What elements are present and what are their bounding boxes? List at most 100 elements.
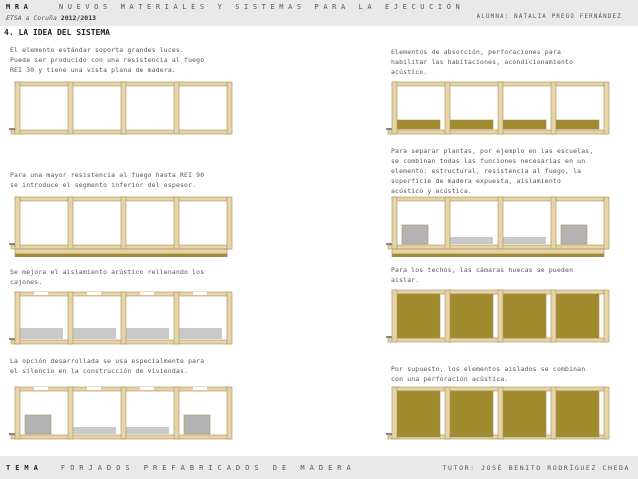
rib	[444, 386, 451, 440]
insulation-fill	[449, 390, 494, 436]
top-slot	[87, 387, 101, 390]
rib	[173, 196, 180, 250]
diagram-fire-resistance-svg	[9, 196, 233, 257]
rib	[120, 81, 127, 135]
connector-pin	[9, 338, 15, 340]
course-code: MRA	[6, 3, 33, 11]
rib	[391, 289, 398, 343]
diagram-insulated-perforated	[386, 382, 612, 448]
rib	[497, 289, 504, 343]
diagram-housing-svg	[9, 386, 233, 440]
diagram-housing	[9, 382, 235, 448]
caption-standard: El elemento estándar soporta grandes luc…	[10, 46, 205, 74]
connector-pin	[386, 433, 392, 435]
gray-block	[560, 224, 588, 245]
rib	[550, 196, 557, 250]
rib	[497, 386, 504, 440]
tema-title: FORJADOS PREFABRICADOS DE MADERA	[60, 464, 356, 472]
insulation-fill	[449, 293, 494, 339]
caption-floor-separation: Para separar plantas, por ejemplo en las…	[391, 147, 594, 195]
lower-insulation	[14, 253, 228, 257]
gravel-fill	[126, 427, 169, 434]
lower-insulation	[391, 253, 605, 257]
rib	[497, 81, 504, 135]
top-slot	[87, 292, 101, 295]
gray-block	[183, 414, 211, 435]
tema-label: TEMA	[6, 464, 43, 472]
rib	[226, 386, 233, 440]
tutor-name: TUTOR: JOSÉ BENITO RODRÍGUEZ CHEDA	[442, 464, 630, 472]
school-name: ETSA a Coruña	[6, 14, 57, 22]
rib	[14, 291, 21, 345]
rib	[67, 291, 74, 345]
rib	[173, 291, 180, 345]
gravel-fill	[450, 237, 493, 244]
header-bar: MRA NUEVOS MATERIALES Y SISTEMAS PARA LA…	[0, 0, 638, 26]
diagram-ceiling-insulation-svg	[386, 289, 610, 343]
connector-pin	[9, 433, 15, 435]
diagram-floor-separation-svg	[386, 196, 610, 257]
caption-filled-boxes: Se mejora el aislamiento acústico rellen…	[10, 268, 205, 286]
tema-line: TEMA FORJADOS PREFABRICADOS DE MADERA	[6, 464, 356, 472]
course-line: MRA NUEVOS MATERIALES Y SISTEMAS PARA LA…	[6, 3, 464, 11]
rib	[120, 196, 127, 250]
diagram-filled-boxes	[9, 287, 235, 353]
insulation-fill	[555, 390, 600, 436]
footer-bar: TEMA FORJADOS PREFABRICADOS DE MADERA TUT…	[0, 456, 638, 479]
gray-block	[24, 414, 52, 435]
diagram-absorption	[386, 77, 612, 142]
rib	[603, 289, 610, 343]
gravel-fill	[126, 328, 169, 339]
rib	[444, 81, 451, 135]
top-slot	[193, 387, 207, 390]
rib	[14, 81, 21, 135]
gravel-fill	[73, 427, 116, 434]
rib	[391, 386, 398, 440]
rib	[67, 386, 74, 440]
connector-pin	[386, 336, 392, 338]
caption-ceiling-insulation: Para los techos, las cámaras huecas se p…	[391, 266, 574, 284]
rib	[550, 81, 557, 135]
absorber-strip	[449, 119, 494, 130]
rib	[391, 81, 398, 135]
top-slot	[193, 292, 207, 295]
academic-year: 2012/2013	[60, 14, 97, 22]
lower-layer	[391, 248, 605, 255]
top-slot	[140, 292, 154, 295]
bottom-strip	[449, 432, 494, 438]
rib	[603, 81, 610, 135]
insulation-fill	[396, 293, 441, 339]
connector-pin	[386, 128, 392, 130]
diagram-ceiling-insulation	[386, 285, 612, 351]
rib	[603, 196, 610, 250]
caption-insulated-perforated: Por supuesto, los elementos aislados se …	[391, 365, 586, 383]
diagram-fire-resistance	[9, 192, 235, 257]
rib	[226, 291, 233, 345]
caption-fire-resistance: Para una mayor resistencia al fuego hast…	[10, 171, 205, 189]
rib	[226, 196, 233, 250]
caption-absorption: Elementos de absorción, perforaciones pa…	[391, 48, 574, 76]
absorber-strip	[502, 119, 547, 130]
rib	[226, 81, 233, 135]
insulation-fill	[502, 390, 547, 436]
diagram-floor-separation	[386, 192, 612, 257]
student-name: ALUMNA: NATALIA PREGO FERNÁNDEZ	[476, 14, 622, 20]
rib	[391, 196, 398, 250]
rib	[550, 386, 557, 440]
gray-block	[401, 224, 429, 245]
diagram-insulated-perforated-svg	[386, 386, 610, 440]
insulation-fill	[396, 390, 441, 436]
connector-pin	[9, 243, 15, 245]
top-slot	[140, 387, 154, 390]
rib	[497, 196, 504, 250]
diagram-filled-boxes-svg	[9, 291, 233, 345]
rib	[14, 386, 21, 440]
rib	[173, 81, 180, 135]
top-slot	[34, 292, 48, 295]
rib	[550, 289, 557, 343]
top-slot	[34, 387, 48, 390]
gravel-fill	[20, 328, 63, 339]
rib	[120, 386, 127, 440]
rib	[173, 386, 180, 440]
rib	[14, 196, 21, 250]
